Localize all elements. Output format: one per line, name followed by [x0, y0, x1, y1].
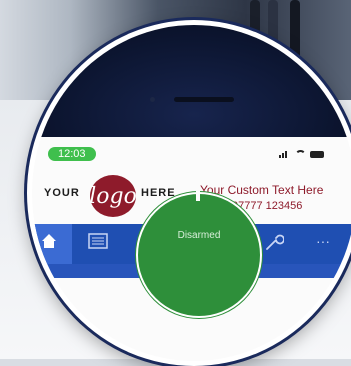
battery-icon [310, 150, 324, 158]
status-time: 12:03 [48, 147, 96, 161]
wrench-icon[interactable] [264, 232, 290, 256]
status-icons [279, 150, 324, 158]
corner-icon: ✕ [50, 285, 57, 294]
logo-right-word: HERE [141, 187, 176, 199]
status-bar: 12:03 [48, 147, 346, 163]
home-icon[interactable] [40, 232, 66, 256]
dial-notch [196, 191, 200, 201]
camera-icon [150, 97, 155, 102]
signal-icon [279, 150, 291, 158]
phone-bezel [32, 25, 351, 137]
disarmed-dial[interactable]: Disarmed [136, 191, 262, 318]
list-icon[interactable] [88, 232, 114, 256]
speaker-grille [174, 97, 234, 102]
logo-badge: logo [89, 175, 137, 217]
magnifier-lens: 12:03 YOUR logo HERE Your Custom Text He… [27, 20, 351, 366]
logo-left-word: YOUR [44, 187, 80, 199]
wifi-icon [295, 150, 306, 158]
more-icon[interactable]: ··· [316, 232, 342, 256]
dial-label: Disarmed [177, 230, 221, 241]
